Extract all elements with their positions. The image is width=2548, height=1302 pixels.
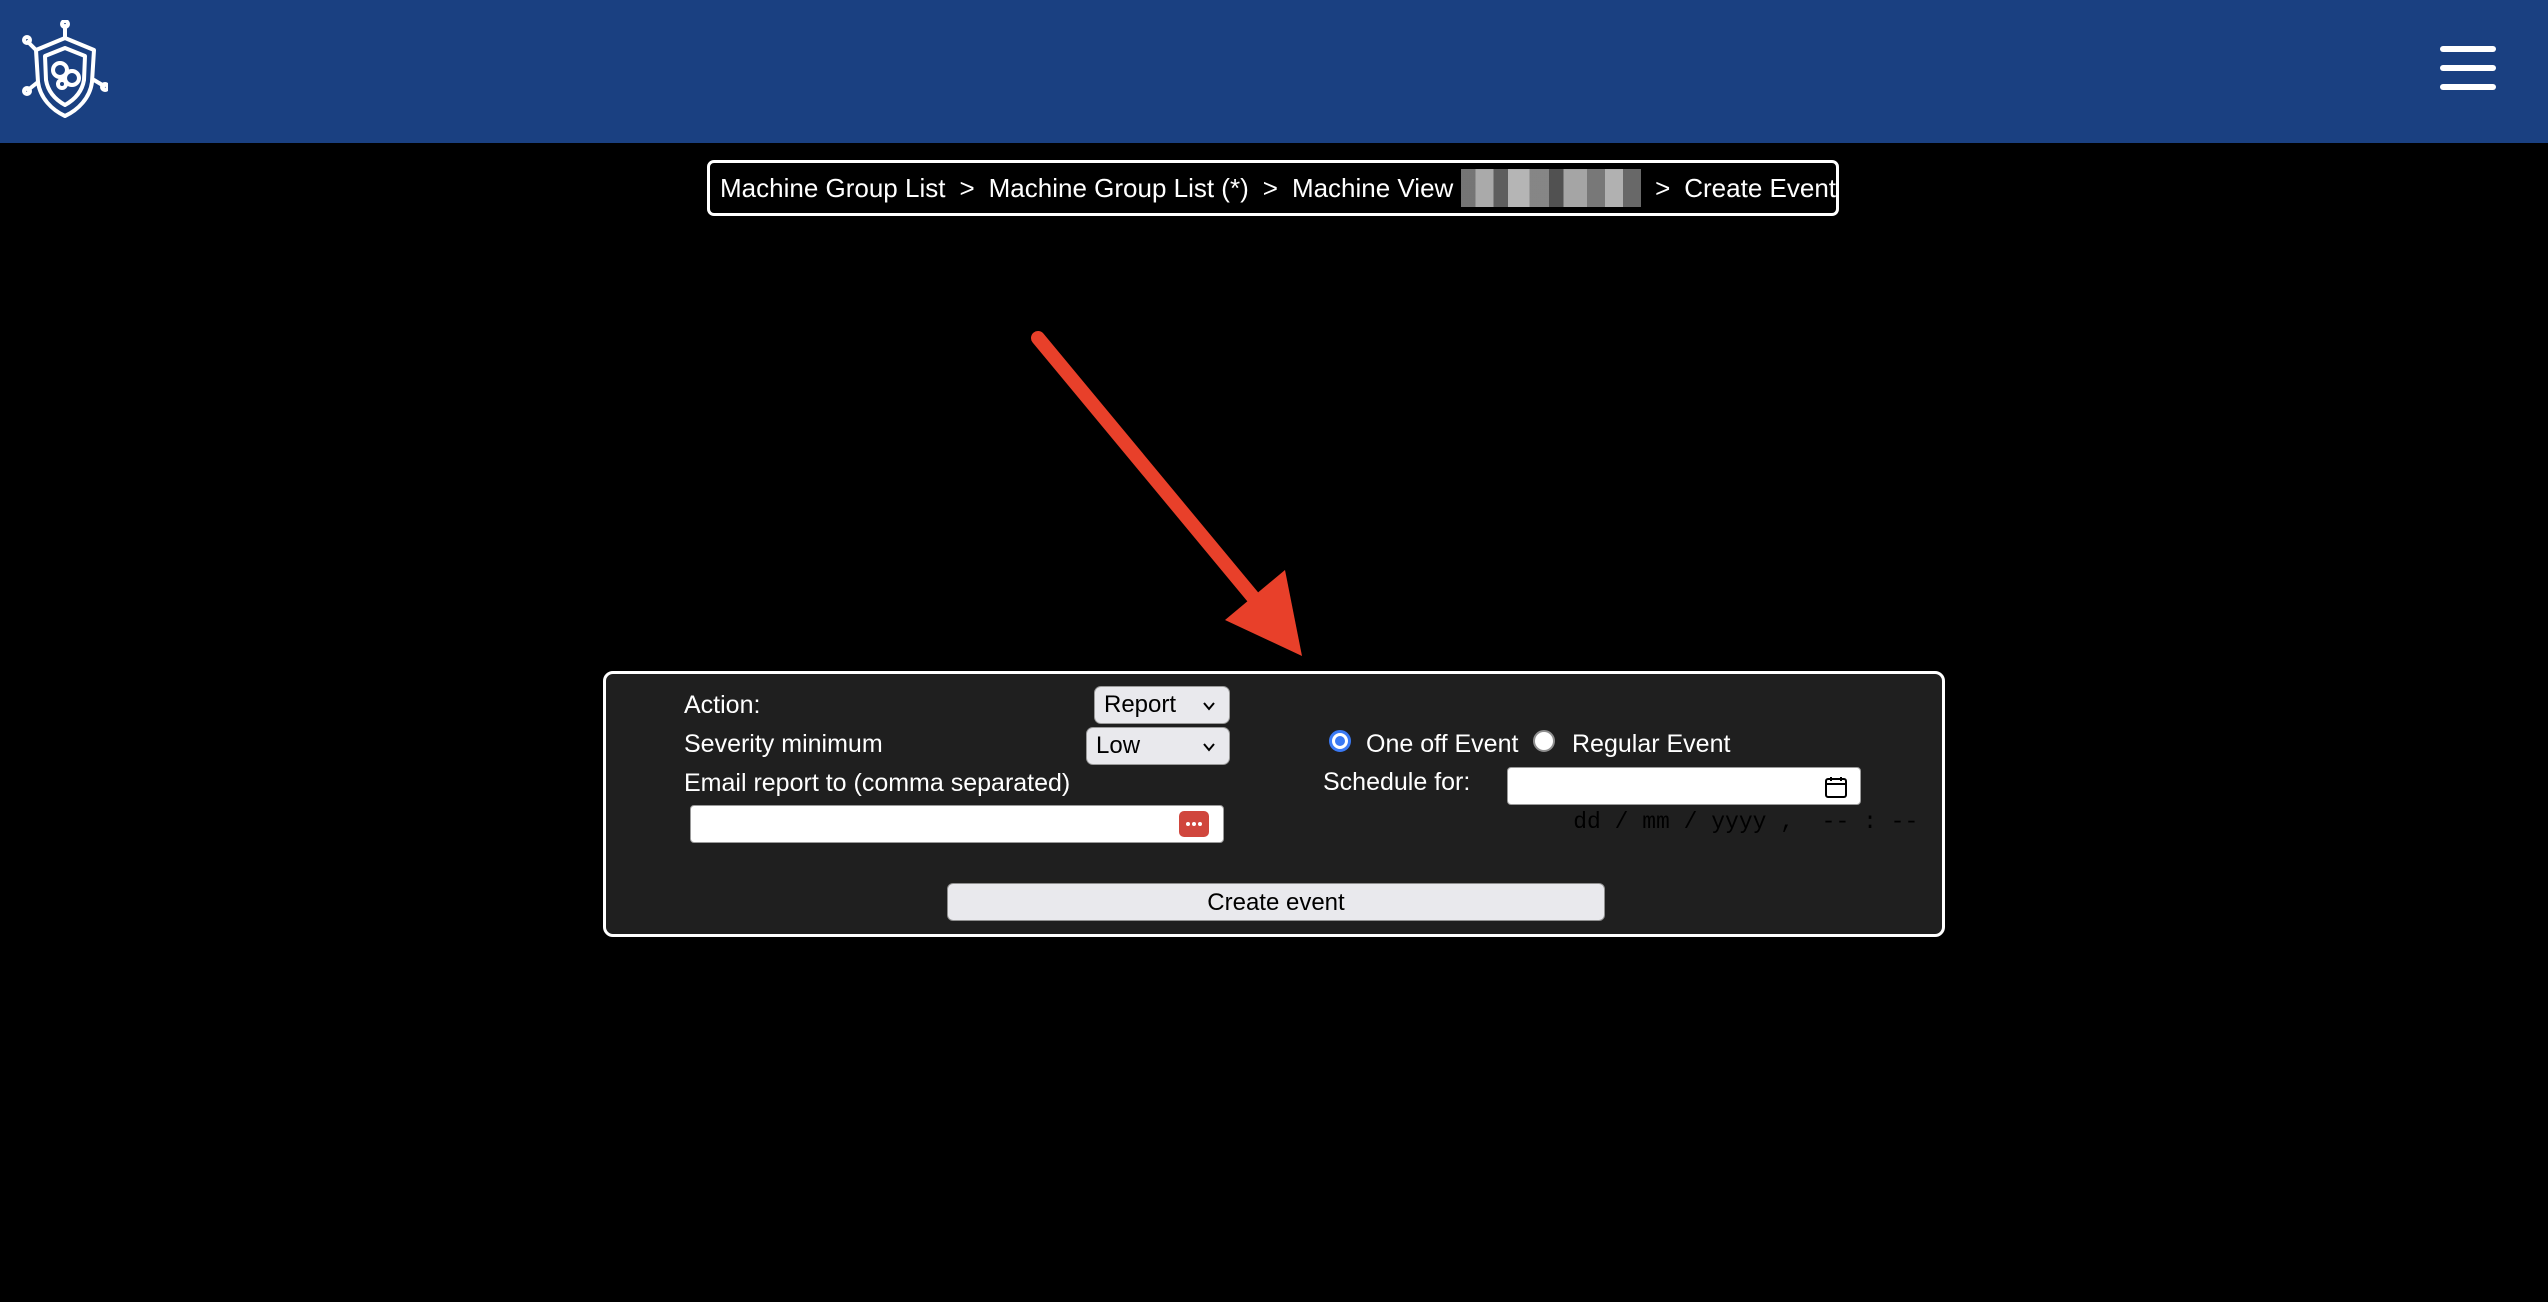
severity-minimum-label: Severity minimum <box>684 730 883 758</box>
regular-event-label[interactable]: Regular Event <box>1572 730 1730 759</box>
top-navigation-bar <box>0 0 2548 143</box>
schedule-datetime-placeholder: dd / mm / yyyy , -- : -- <box>1573 809 1919 835</box>
redacted-machine-name <box>1461 169 1642 207</box>
email-report-input[interactable] <box>690 805 1224 843</box>
breadcrumb-create-event: Create Event <box>1684 172 1836 203</box>
shield-circuit-logo-icon[interactable] <box>22 20 108 122</box>
breadcrumb-separator: > <box>1262 172 1278 203</box>
calendar-icon[interactable] <box>1824 775 1848 799</box>
action-label: Action: <box>684 691 761 719</box>
create-event-form: Action: Report Severity minimum Low Emai… <box>603 671 1945 937</box>
email-report-label: Email report to (comma separated) <box>684 769 1071 797</box>
one-off-event-radio[interactable] <box>1329 730 1351 752</box>
breadcrumb-machine-view[interactable]: Machine View <box>1292 173 1453 204</box>
password-manager-icon[interactable] <box>1179 811 1209 837</box>
create-event-button[interactable]: Create event <box>947 883 1605 921</box>
breadcrumb: Machine Group List > Machine Group List … <box>707 160 1839 216</box>
regular-event-radio[interactable] <box>1533 730 1555 752</box>
chevron-down-icon <box>1203 743 1215 752</box>
chevron-down-icon <box>1203 702 1215 711</box>
schedule-datetime-input[interactable]: dd / mm / yyyy , -- : -- <box>1507 767 1918 835</box>
breadcrumb-machine-group-list[interactable]: Machine Group List <box>720 173 945 204</box>
one-off-event-label[interactable]: One off Event <box>1366 730 1518 759</box>
schedule-for-label: Schedule for: <box>1323 768 1471 796</box>
breadcrumb-separator: > <box>1655 172 1671 203</box>
breadcrumb-machine-group-list-all[interactable]: Machine Group List (*) <box>989 173 1249 204</box>
hamburger-menu-icon[interactable] <box>2440 44 2500 96</box>
annotation-arrow-icon <box>1031 331 1302 656</box>
action-select-value: Report <box>1104 691 1177 718</box>
severity-select-value: Low <box>1096 732 1141 759</box>
breadcrumb-separator: > <box>959 172 975 203</box>
severity-minimum-select[interactable]: Low <box>1086 727 1230 765</box>
action-select[interactable]: Report <box>1094 686 1230 724</box>
